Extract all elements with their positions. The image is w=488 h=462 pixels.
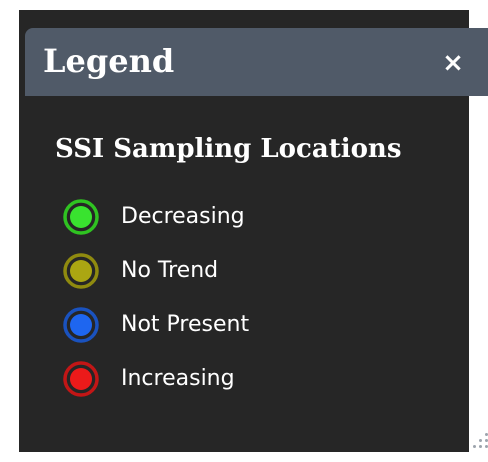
legend-item-no-trend: No Trend: [63, 244, 249, 298]
close-button[interactable]: ×: [437, 47, 469, 79]
legend-item-decreasing: Decreasing: [63, 190, 249, 244]
legend-panel: Legend × SSI Sampling Locations Decreasi…: [19, 10, 488, 452]
no-trend-circle-icon: [63, 253, 99, 289]
legend-item-not-present: Not Present: [63, 298, 249, 352]
decreasing-circle-icon: [63, 199, 99, 235]
not-present-circle-icon: [63, 307, 99, 343]
increasing-circle-icon: [63, 361, 99, 397]
legend-item-increasing: Increasing: [63, 352, 249, 406]
legend-label-not-present: Not Present: [121, 312, 250, 337]
legend-list: Decreasing No Trend Not Present Increasi…: [63, 190, 249, 406]
close-icon: ×: [442, 48, 464, 78]
resize-dot: [473, 445, 476, 448]
legend-label-no-trend: No Trend: [121, 258, 219, 283]
legend-header: Legend ×: [25, 28, 488, 96]
resize-dot: [479, 439, 482, 442]
resize-dot: [479, 445, 482, 448]
legend-label-decreasing: Decreasing: [121, 204, 245, 229]
section-title: SSI Sampling Locations: [55, 134, 402, 164]
resize-handle-icon[interactable]: [473, 433, 488, 451]
legend-label-increasing: Increasing: [121, 366, 235, 391]
legend-title: Legend: [43, 42, 175, 80]
